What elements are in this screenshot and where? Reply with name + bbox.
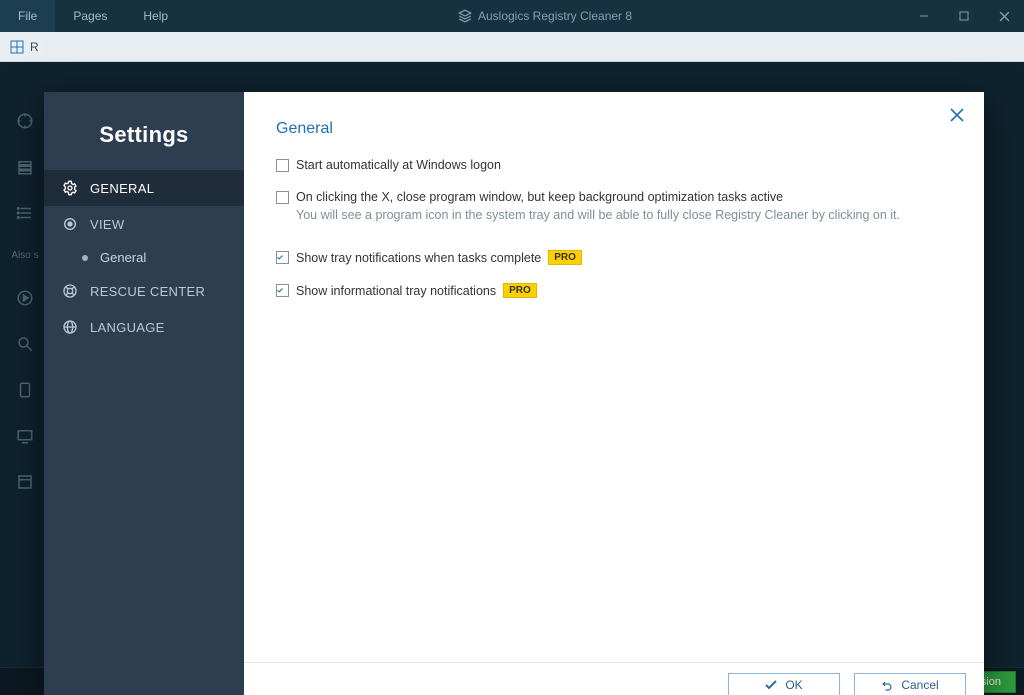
- settings-content: General Start automatically at Windows l…: [244, 92, 984, 695]
- cancel-button[interactable]: Cancel: [854, 673, 966, 695]
- section-title: General: [276, 120, 952, 138]
- sidebar-item-label: LANGUAGE: [90, 320, 165, 335]
- toolbar-label: R: [30, 40, 39, 54]
- play-icon[interactable]: [16, 289, 34, 307]
- sidebar-item-general[interactable]: GENERAL: [44, 170, 244, 206]
- label-tray-info[interactable]: Show informational tray notifications: [296, 284, 496, 298]
- titlebar: File Pages Help Auslogics Registry Clean…: [0, 0, 1024, 32]
- stack-icon[interactable]: [16, 158, 34, 176]
- app-title: Auslogics Registry Cleaner 8: [186, 9, 904, 23]
- ok-button[interactable]: OK: [728, 673, 840, 695]
- monitor-icon[interactable]: [16, 427, 34, 445]
- globe-icon: [62, 319, 78, 335]
- label-tray-complete[interactable]: Show tray notifications when tasks compl…: [296, 251, 541, 265]
- checkbox-close-x[interactable]: [276, 191, 289, 204]
- settings-sidebar: Settings GENERAL VIEW General RESCUE CEN…: [44, 92, 244, 695]
- sidebar-item-rescue[interactable]: RESCUE CENTER: [44, 273, 244, 309]
- lifebuoy-icon: [62, 283, 78, 299]
- sidebar-item-label: General: [100, 250, 146, 265]
- desc-close-x: You will see a program icon in the syste…: [276, 208, 952, 222]
- search-icon[interactable]: [16, 335, 34, 353]
- menu-help[interactable]: Help: [125, 0, 186, 32]
- undo-icon: [881, 679, 893, 691]
- minimize-button[interactable]: [904, 0, 944, 32]
- sidebar-item-label: GENERAL: [90, 181, 154, 196]
- checkbox-autostart[interactable]: [276, 159, 289, 172]
- grid-icon: [10, 40, 24, 54]
- toolbar: R: [0, 32, 1024, 62]
- sidebar-item-label: VIEW: [90, 217, 124, 232]
- dialog-footer: OK Cancel: [244, 662, 984, 695]
- pro-badge: PRO: [548, 250, 582, 265]
- label-autostart[interactable]: Start automatically at Windows logon: [296, 158, 501, 172]
- sidebar-item-language[interactable]: LANGUAGE: [44, 309, 244, 345]
- app-icon: [458, 9, 472, 23]
- checkbox-tray-info[interactable]: [276, 284, 289, 297]
- check-icon: [765, 679, 777, 691]
- settings-dialog: Settings GENERAL VIEW General RESCUE CEN…: [44, 92, 984, 695]
- eye-icon: [62, 216, 78, 232]
- maximize-button[interactable]: [944, 0, 984, 32]
- close-icon: [950, 108, 964, 122]
- sidebar-item-view[interactable]: VIEW: [44, 206, 244, 242]
- main-background: Also s Settings GENERAL VIEW General: [0, 62, 1024, 667]
- device-icon[interactable]: [16, 381, 34, 399]
- close-window-button[interactable]: [984, 0, 1024, 32]
- label-close-x[interactable]: On clicking the X, close program window,…: [296, 190, 783, 204]
- gear-icon: [62, 180, 78, 196]
- left-rail: Also s: [0, 62, 50, 667]
- bullet-icon: [82, 255, 88, 261]
- settings-title: Settings: [44, 92, 244, 170]
- also-label: Also s: [11, 250, 38, 261]
- close-dialog-button[interactable]: [950, 108, 964, 127]
- scan-icon[interactable]: [16, 112, 34, 130]
- menu-file[interactable]: File: [0, 0, 55, 32]
- checkbox-tray-complete[interactable]: [276, 251, 289, 264]
- list-icon[interactable]: [16, 204, 34, 222]
- sidebar-item-label: RESCUE CENTER: [90, 284, 205, 299]
- menu-pages[interactable]: Pages: [55, 0, 125, 32]
- window-icon[interactable]: [16, 473, 34, 491]
- sidebar-sub-general[interactable]: General: [44, 242, 244, 273]
- pro-badge: PRO: [503, 283, 537, 298]
